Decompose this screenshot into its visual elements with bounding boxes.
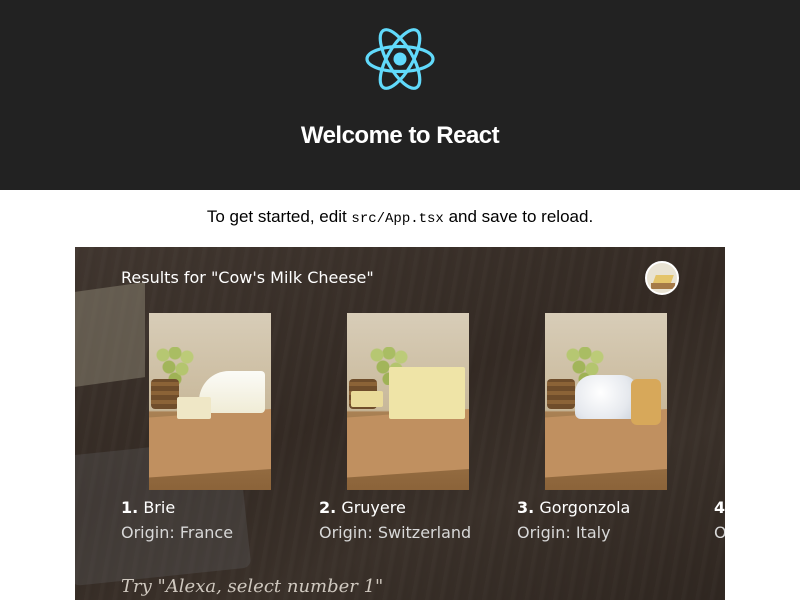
item-name: 3. Gorgonzola xyxy=(517,498,630,517)
item-title: Gruyere xyxy=(341,498,406,517)
react-logo-icon xyxy=(365,28,435,90)
item-name: 1. Brie xyxy=(121,498,175,517)
item-number-partial: 4 xyxy=(714,498,725,517)
item-origin: Origin: France xyxy=(121,523,234,542)
item-name: 2. Gruyere xyxy=(319,498,406,517)
item-number: 1. xyxy=(121,498,139,517)
cheese-image xyxy=(347,313,469,490)
cheese-image xyxy=(545,313,667,490)
app-header: Welcome to React xyxy=(0,0,800,190)
app-title: Welcome to React xyxy=(300,122,500,149)
item-origin-partial: O xyxy=(714,523,725,542)
item-number: 3. xyxy=(517,498,535,517)
item-title: Brie xyxy=(143,498,176,517)
intro-code: src/App.tsx xyxy=(351,211,444,227)
item-title: Gorgonzola xyxy=(539,498,631,517)
results-carousel[interactable]: 1. Brie Origin: France 2. Gruyere Origin… xyxy=(75,247,725,600)
intro-prefix: To get started, edit xyxy=(206,207,352,226)
voice-hint: Try "Alexa, select number 1" xyxy=(121,576,384,597)
intro-suffix: and save to reload. xyxy=(443,207,594,226)
item-origin: Origin: Switzerland xyxy=(319,523,472,542)
intro-text: To get started, edit src/App.tsx and sav… xyxy=(0,207,800,227)
alexa-display-card: Results for "Cow's Milk Cheese" 1. Brie … xyxy=(75,247,725,600)
item-number: 2. xyxy=(319,498,337,517)
cheese-image xyxy=(149,313,271,490)
item-origin: Origin: Italy xyxy=(517,523,611,542)
